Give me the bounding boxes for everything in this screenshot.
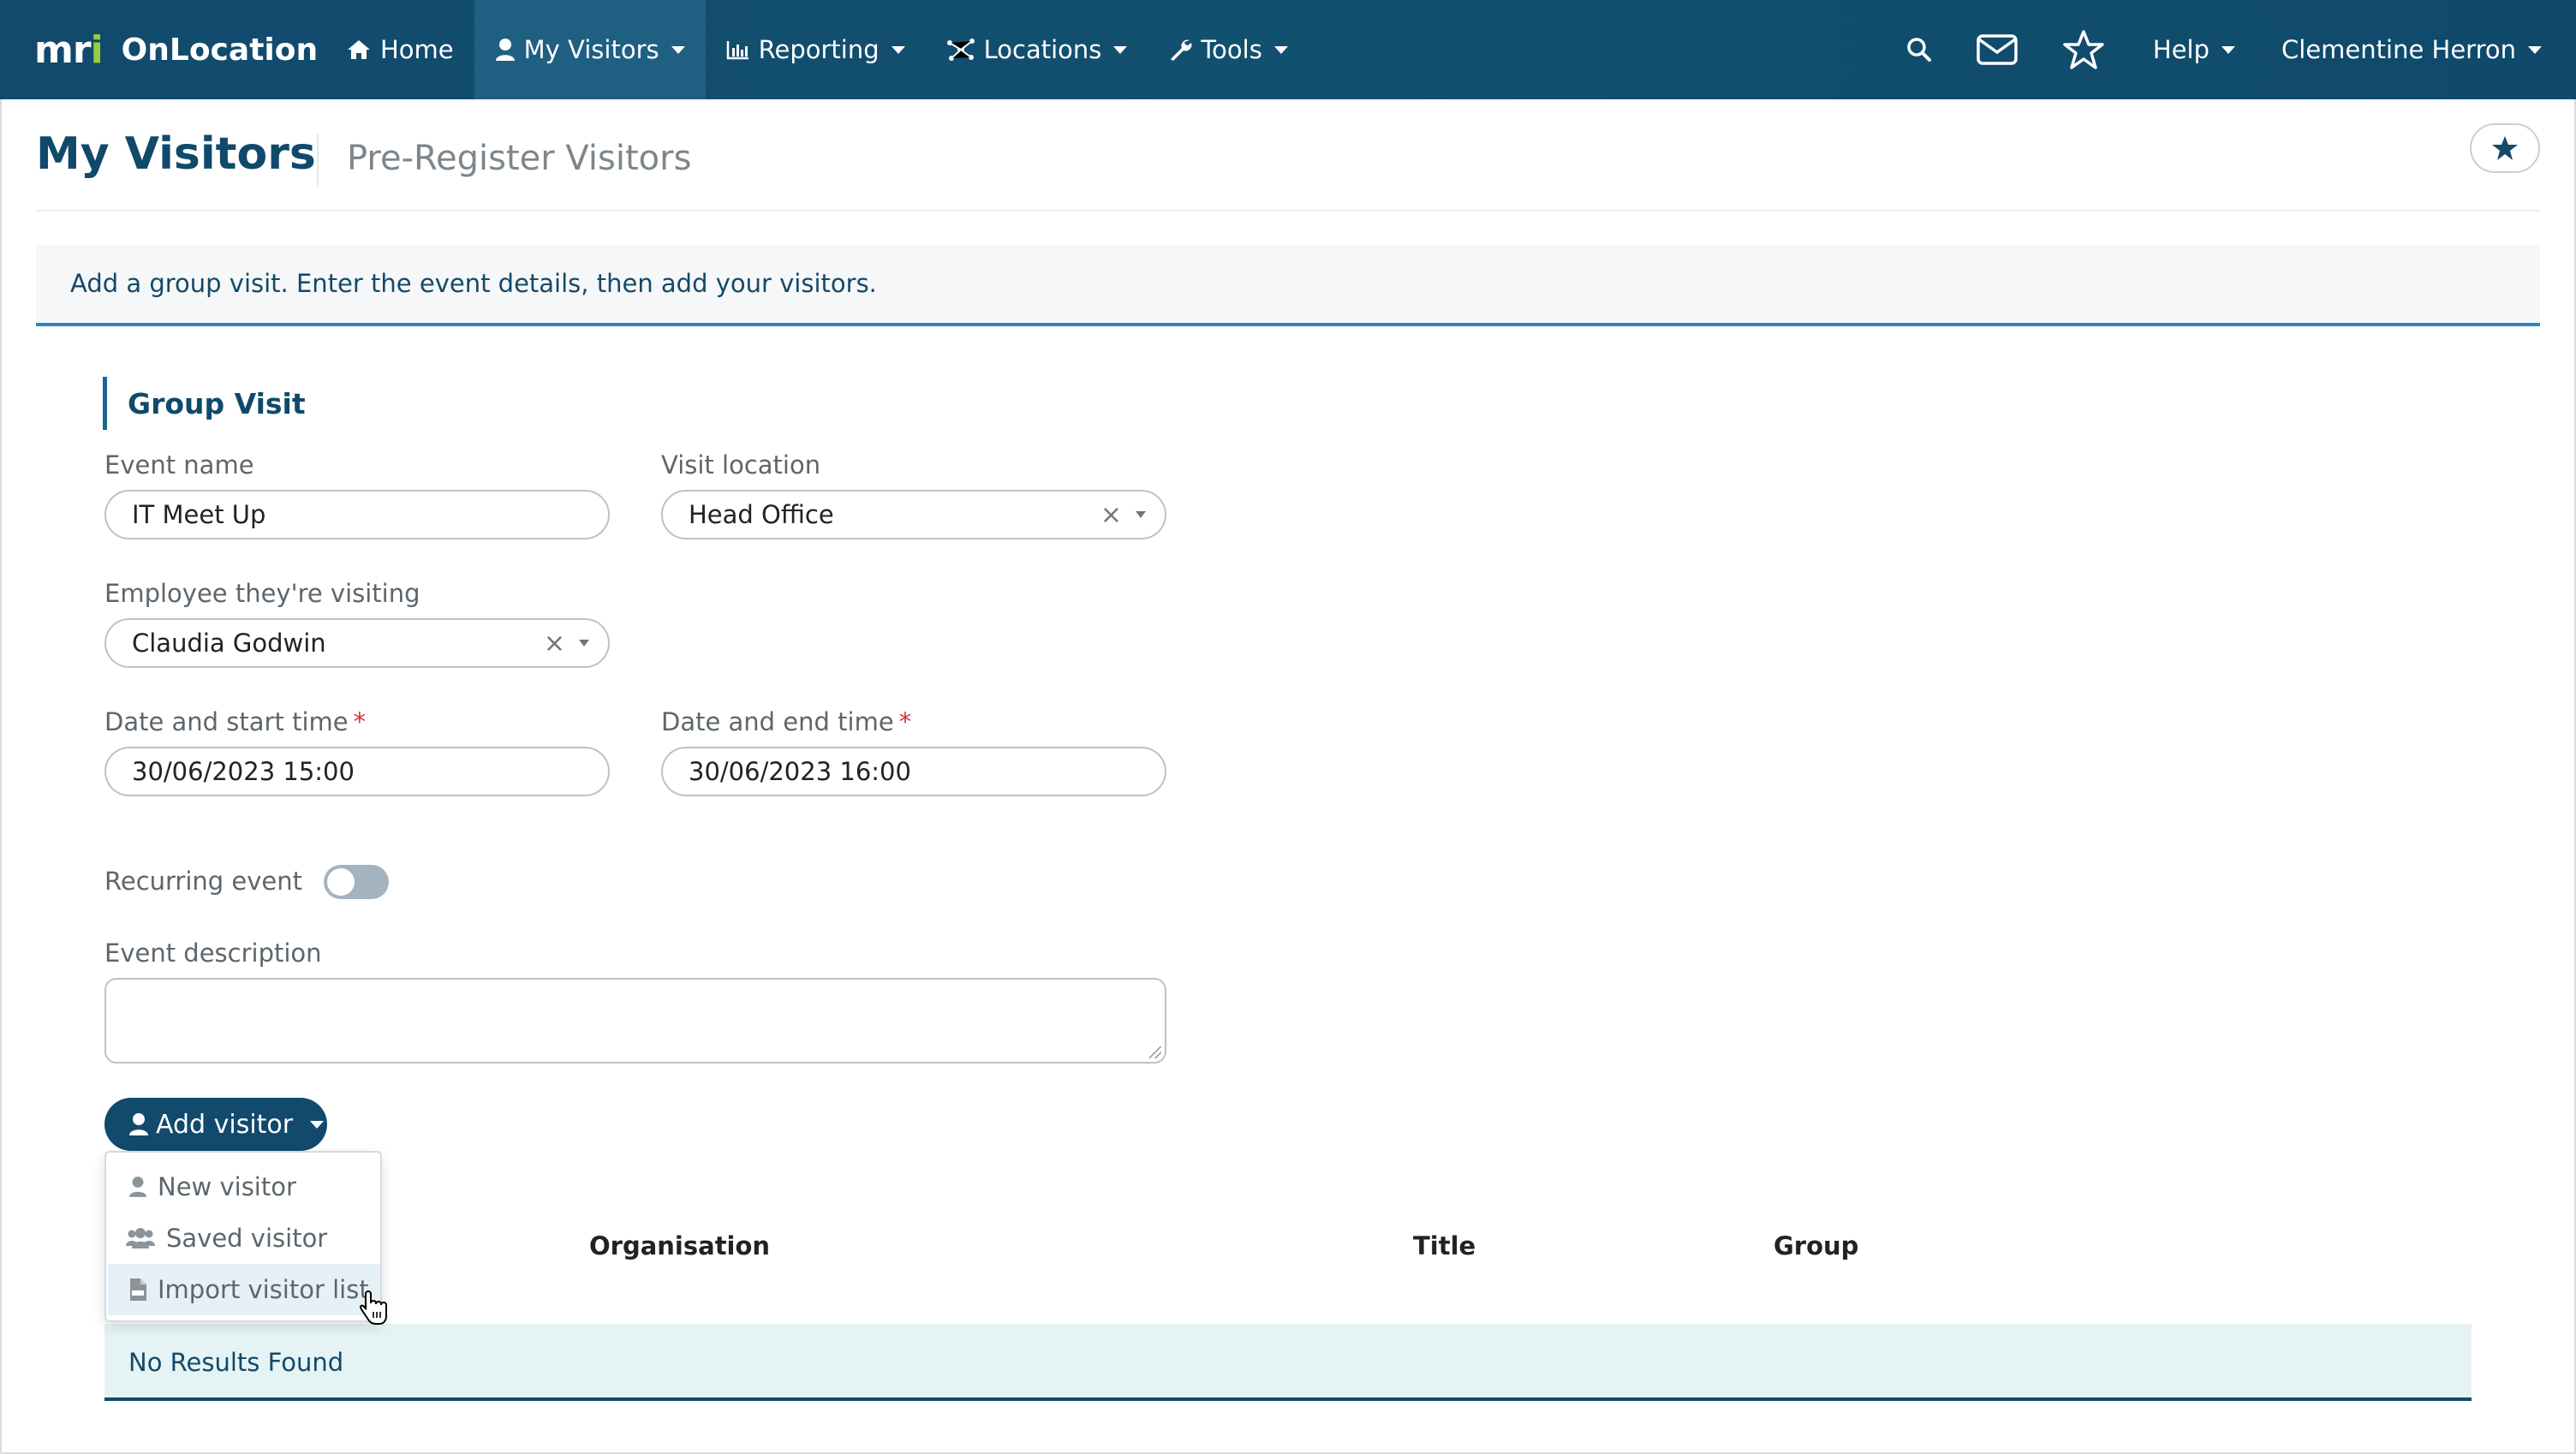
start-time-input[interactable]: 30/06/2023 15:00 (104, 747, 610, 796)
bar-chart-icon (726, 41, 748, 60)
add-visitor-label: Add visitor (156, 1109, 294, 1140)
menu-item-import-visitor-list[interactable]: Import visitor list (108, 1264, 380, 1315)
chevron-down-icon[interactable] (1136, 511, 1146, 518)
nav-locations[interactable]: Locations (926, 0, 1148, 99)
description-textarea[interactable] (104, 978, 1166, 1064)
nav-home[interactable]: Home (325, 0, 474, 99)
end-time-label-text: Date and end time (661, 707, 894, 736)
chevron-down-icon (1273, 45, 1288, 54)
employee-value: Claudia Godwin (132, 629, 326, 658)
csv-file-icon (130, 1278, 146, 1301)
employee-label: Employee they're visiting (104, 579, 420, 608)
menu-item-label: New visitor (158, 1172, 296, 1201)
visit-location-select[interactable]: Head Office × (661, 490, 1166, 539)
mri-logo: mri (34, 27, 104, 72)
page-title: My Visitors (36, 128, 316, 180)
wrench-icon (1171, 39, 1192, 61)
visit-location-label: Visit location (661, 450, 821, 480)
chevron-down-icon (2221, 45, 2236, 54)
navbar-right: Help Clementine Herron (1884, 0, 2576, 99)
hand-pointer-cursor (360, 1290, 387, 1325)
user-icon (495, 39, 515, 61)
nav-reporting-label: Reporting (758, 35, 880, 64)
menu-item-new-visitor[interactable]: New visitor (108, 1161, 380, 1213)
recurring-toggle[interactable] (324, 865, 389, 899)
envelope-icon (1977, 34, 2018, 65)
visit-location-value: Head Office (689, 500, 834, 529)
chevron-down-icon (671, 45, 685, 54)
page-subtitle: Pre-Register Visitors (347, 139, 692, 178)
brand-name: OnLocation (121, 32, 319, 68)
event-name-label: Event name (104, 450, 254, 480)
chevron-down-icon (2528, 45, 2542, 54)
nav-tools-label: Tools (1201, 35, 1262, 64)
help-menu[interactable]: Help (2127, 0, 2261, 99)
start-time-label-text: Date and start time (104, 707, 349, 736)
add-visitor-button[interactable]: Add visitor (104, 1098, 327, 1151)
event-name-input[interactable]: IT Meet Up (104, 490, 610, 539)
column-header-group[interactable]: Group (1774, 1231, 1858, 1260)
empty-results-text: No Results Found (128, 1348, 344, 1377)
select-controls: × (1100, 492, 1146, 538)
title-divider (317, 134, 319, 187)
clear-icon[interactable]: × (544, 629, 565, 658)
empty-results-row: No Results Found (104, 1324, 2472, 1401)
chevron-down-icon (891, 45, 905, 54)
info-banner: Add a group visit. Enter the event detai… (36, 245, 2540, 326)
required-marker: * (353, 707, 367, 736)
search-button[interactable] (1884, 0, 1954, 99)
brand[interactable]: mri OnLocation (0, 0, 325, 99)
description-label: Event description (104, 939, 322, 968)
event-name-value: IT Meet Up (132, 500, 266, 529)
nav-tools[interactable]: Tools (1148, 0, 1308, 99)
star-icon (2492, 136, 2518, 160)
toggle-knob (327, 868, 355, 896)
app-frame (0, 0, 2576, 1454)
add-to-favourites-button[interactable] (2470, 123, 2540, 173)
nav-my-visitors[interactable]: My Visitors (474, 0, 706, 99)
chevron-down-icon[interactable] (579, 640, 589, 647)
top-navbar: mri OnLocation Home My Visitors Reportin… (0, 0, 2576, 99)
end-time-input[interactable]: 30/06/2023 16:00 (661, 747, 1166, 796)
user-name: Clementine Herron (2281, 35, 2516, 64)
search-icon (1907, 38, 1931, 62)
info-banner-text: Add a group visit. Enter the event detai… (70, 269, 877, 298)
home-icon (348, 40, 370, 59)
star-icon (2063, 30, 2104, 69)
menu-item-saved-visitor[interactable]: Saved visitor (108, 1213, 380, 1264)
help-label: Help (2152, 35, 2210, 64)
header-divider (36, 210, 2540, 212)
column-header-title[interactable]: Title (1413, 1231, 1476, 1260)
user-icon (129, 1113, 148, 1135)
nav-locations-label: Locations (983, 35, 1102, 64)
add-visitor-menu: New visitor Saved visitor Import visitor… (104, 1151, 382, 1322)
end-time-label: Date and end time * (661, 707, 911, 736)
user-menu[interactable]: Clementine Herron (2261, 0, 2576, 99)
recurring-label: Recurring event (104, 867, 303, 896)
menu-item-label: Import visitor list (158, 1275, 369, 1304)
start-time-label: Date and start time * (104, 707, 366, 736)
clear-icon[interactable]: × (1100, 500, 1122, 530)
start-time-value: 30/06/2023 15:00 (132, 757, 355, 786)
users-icon (126, 1228, 155, 1248)
nav-my-visitors-label: My Visitors (523, 35, 659, 64)
required-marker: * (898, 707, 912, 736)
user-icon (128, 1177, 147, 1197)
chevron-down-icon (310, 1120, 325, 1129)
network-icon (946, 39, 975, 61)
menu-item-label: Saved visitor (166, 1224, 328, 1253)
section-title: Group Visit (103, 377, 306, 430)
column-header-organisation[interactable]: Organisation (589, 1231, 770, 1260)
nav-home-label: Home (380, 35, 454, 64)
nav-reporting[interactable]: Reporting (706, 0, 926, 99)
select-controls: × (544, 620, 589, 666)
messages-button[interactable] (1954, 0, 2040, 99)
resize-handle[interactable] (1149, 1046, 1161, 1058)
favourites-button[interactable] (2040, 0, 2127, 99)
end-time-value: 30/06/2023 16:00 (689, 757, 911, 786)
employee-select[interactable]: Claudia Godwin × (104, 618, 610, 668)
chevron-down-icon (1113, 45, 1128, 54)
